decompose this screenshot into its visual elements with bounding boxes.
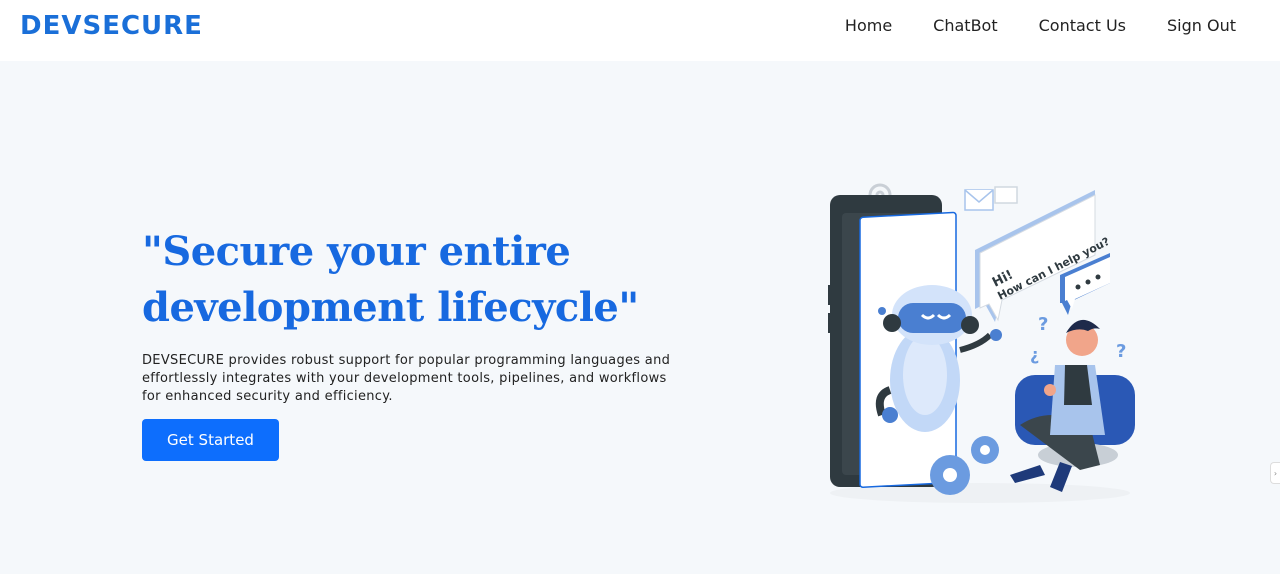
svg-text:¿: ¿ xyxy=(1030,345,1039,364)
brand-logo[interactable]: DEVSECURE xyxy=(20,11,203,41)
nav-chatbot[interactable]: ChatBot xyxy=(933,16,997,35)
chevron-right-icon: › xyxy=(1273,468,1278,478)
nav-links: Home ChatBot Contact Us Sign Out xyxy=(845,16,1236,35)
get-started-button[interactable]: Get Started xyxy=(142,419,279,461)
hero-description: DEVSECURE provides robust support for po… xyxy=(142,353,671,404)
navbar: DEVSECURE Home ChatBot Contact Us Sign O… xyxy=(0,0,1280,61)
envelope-icon xyxy=(964,186,1018,211)
side-toggle-handle[interactable]: › xyxy=(1270,462,1280,484)
nav-contact-us[interactable]: Contact Us xyxy=(1039,16,1126,35)
nav-home[interactable]: Home xyxy=(845,16,892,35)
hero-title-line-1: "Secure your entire xyxy=(142,228,571,275)
nav-sign-out[interactable]: Sign Out xyxy=(1167,16,1236,35)
chat-bubble-icon: Hi! How can I help you? xyxy=(975,190,1112,322)
robot-icon xyxy=(875,285,1002,432)
svg-text:?: ? xyxy=(1038,314,1048,335)
hero-title-line-2: development lifecycle" xyxy=(142,284,639,331)
svg-text:?: ? xyxy=(1116,341,1126,362)
hero-title: "Secure your entire development lifecycl… xyxy=(142,224,702,336)
bottom-divider xyxy=(0,574,1280,578)
chatbot-illustration: Hi! How can I help you? ? ¿ ? xyxy=(828,183,1135,503)
